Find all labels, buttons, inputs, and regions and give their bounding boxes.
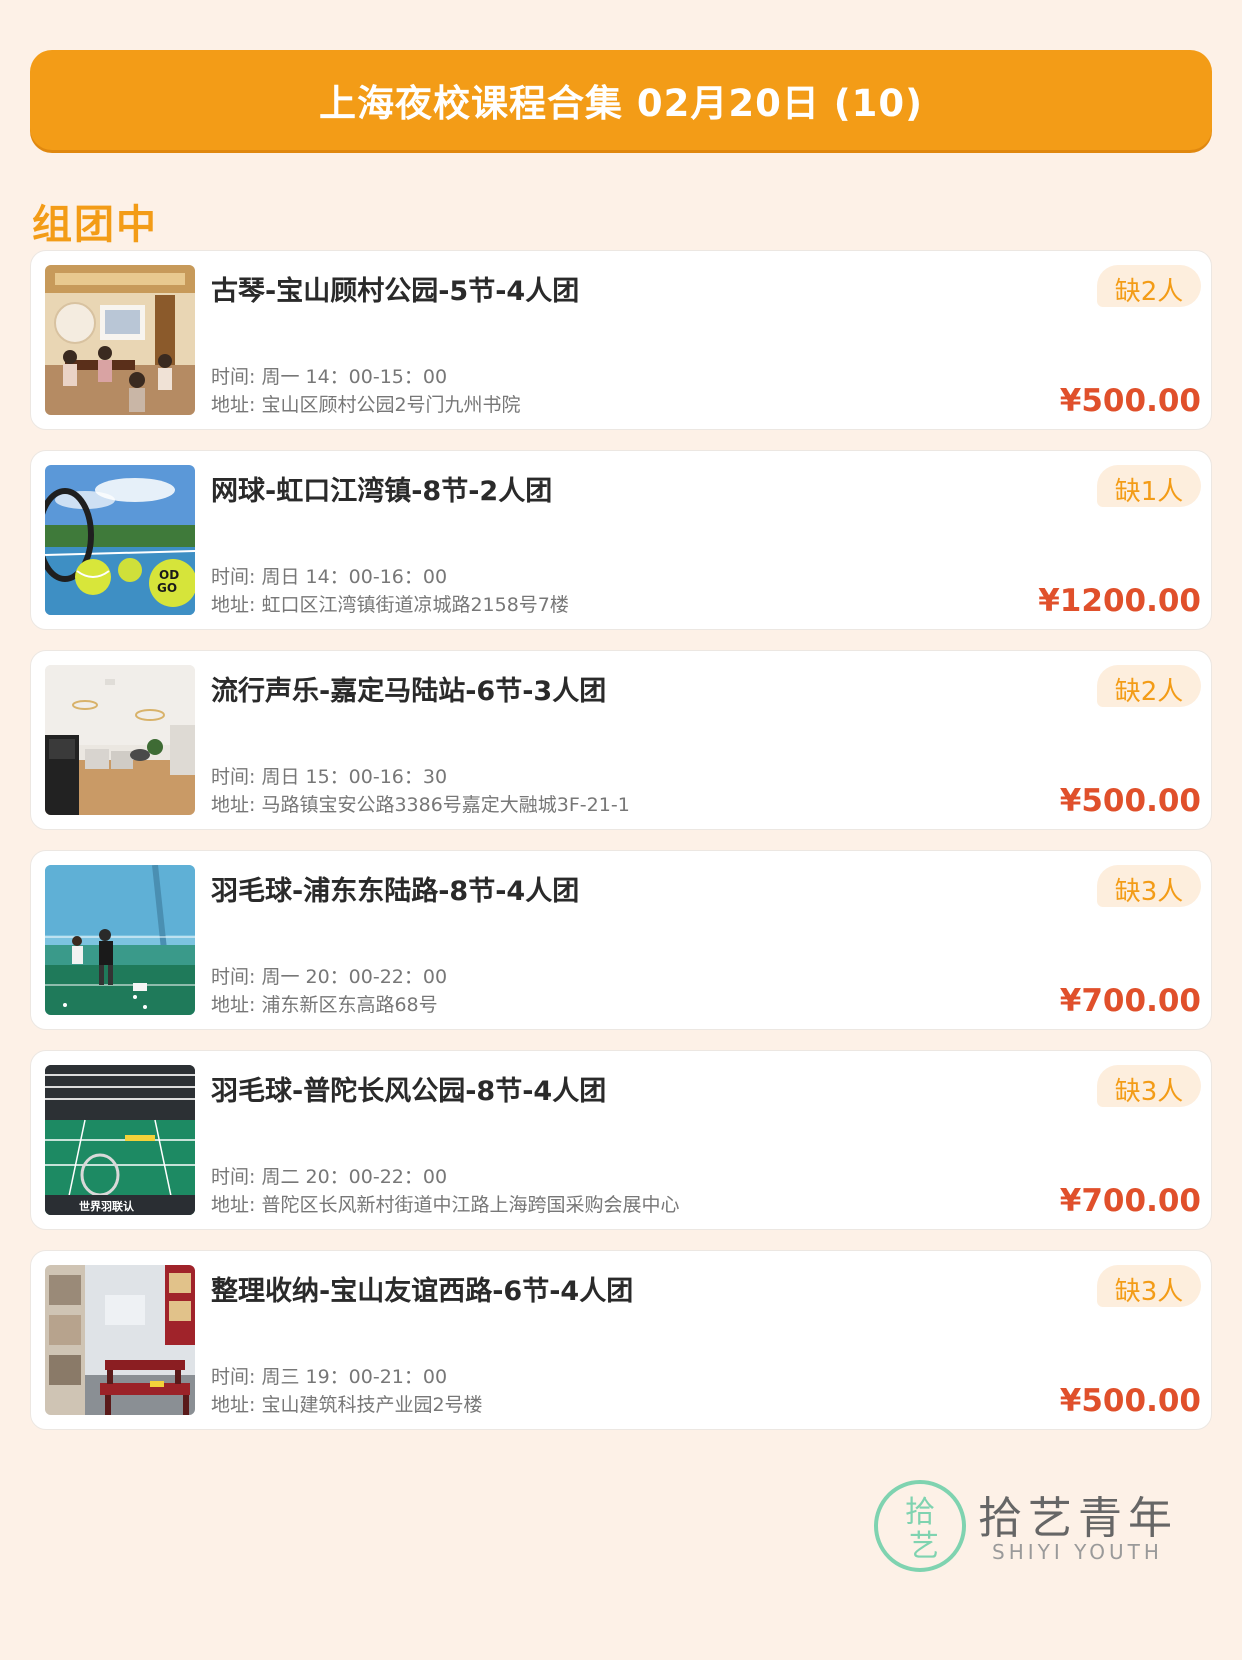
course-price: ¥700.00	[1059, 1183, 1201, 1219]
course-address: 地址: 宝山建筑科技产业园2号楼	[211, 1394, 483, 1416]
spots-remaining-badge: 缺2人	[1097, 265, 1201, 307]
course-title: 古琴-宝山顾村公园-5节-4人团	[211, 276, 580, 307]
course-thumbnail-guqin	[45, 265, 195, 415]
brand-logo: 拾 艺 拾艺青年 SHIYI YOUTH	[870, 1470, 1180, 1580]
course-time: 时间: 周二 20：00-22：00	[211, 1166, 448, 1188]
course-card[interactable]: 流行声乐-嘉定马陆站-6节-3人团 时间: 周日 15：00-16：30 地址:…	[30, 650, 1212, 830]
course-title: 流行声乐-嘉定马陆站-6节-3人团	[211, 676, 607, 707]
course-title: 网球-虹口江湾镇-8节-2人团	[211, 476, 553, 507]
course-thumbnail-badminton	[45, 865, 195, 1015]
course-price: ¥500.00	[1059, 1383, 1201, 1419]
course-address: 地址: 马路镇宝安公路3386号嘉定大融城3F-21-1	[211, 794, 630, 816]
course-thumbnail-vocal	[45, 665, 195, 815]
course-card[interactable]: 羽毛球-浦东东陆路-8节-4人团 时间: 周一 20：00-22：00 地址: …	[30, 850, 1212, 1030]
course-price: ¥700.00	[1059, 983, 1201, 1019]
course-time: 时间: 周日 15：00-16：30	[211, 766, 448, 788]
course-card[interactable]: OD GO 网球-虹口江湾镇-8节-2人团 时间: 周日 14：00-16：00…	[30, 450, 1212, 630]
svg-text:拾: 拾	[905, 1495, 935, 1530]
course-card[interactable]: 古琴-宝山顾村公园-5节-4人团 时间: 周一 14：00-15：00 地址: …	[30, 250, 1212, 430]
course-card[interactable]: 世界羽联认 羽毛球-普陀长风公园-8节-4人团 时间: 周二 20：00-22：…	[30, 1050, 1212, 1230]
course-price: ¥1200.00	[1038, 583, 1201, 619]
spots-remaining-badge: 缺1人	[1097, 465, 1201, 507]
header-banner: 上海夜校课程合集 02月20日 (10)	[30, 50, 1212, 150]
course-price: ¥500.00	[1059, 383, 1201, 419]
course-thumbnail-tennis: OD GO	[45, 465, 195, 615]
course-thumbnail-organizing	[45, 1265, 195, 1415]
course-time: 时间: 周一 20：00-22：00	[211, 966, 448, 988]
course-price: ¥500.00	[1059, 783, 1201, 819]
brand-name-en: SHIYI YOUTH	[992, 1540, 1163, 1564]
svg-text:艺: 艺	[909, 1529, 939, 1564]
brand-name-cn: 拾艺青年	[978, 1493, 1178, 1544]
course-address: 地址: 宝山区顾村公园2号门九州书院	[211, 394, 521, 416]
spots-remaining-badge: 缺2人	[1097, 665, 1201, 707]
course-address: 地址: 普陀区长风新村街道中江路上海跨国采购会展中心	[211, 1194, 680, 1216]
course-time: 时间: 周日 14：00-16：00	[211, 566, 448, 588]
page-title: 上海夜校课程合集 02月20日 (10)	[318, 82, 924, 125]
course-time: 时间: 周三 19：00-21：00	[211, 1366, 448, 1388]
svg-text:GO: GO	[157, 581, 177, 595]
spots-remaining-badge: 缺3人	[1097, 865, 1201, 907]
course-list: 古琴-宝山顾村公园-5节-4人团 时间: 周一 14：00-15：00 地址: …	[30, 250, 1212, 1450]
svg-text:OD: OD	[159, 568, 179, 582]
course-address: 地址: 浦东新区东高路68号	[211, 994, 438, 1016]
course-title: 整理收纳-宝山友谊西路-6节-4人团	[211, 1276, 634, 1307]
course-title: 羽毛球-普陀长风公园-8节-4人团	[211, 1076, 607, 1107]
course-thumbnail-badminton-hall: 世界羽联认	[45, 1065, 195, 1215]
course-title: 羽毛球-浦东东陆路-8节-4人团	[211, 876, 580, 907]
brand-mark-icon: 拾 艺	[874, 1480, 966, 1572]
spots-remaining-badge: 缺3人	[1097, 1265, 1201, 1307]
course-address: 地址: 虹口区江湾镇街道凉城路2158号7楼	[211, 594, 569, 616]
spots-remaining-badge: 缺3人	[1097, 1065, 1201, 1107]
svg-text:世界羽联认: 世界羽联认	[79, 1199, 135, 1213]
section-title: 组团中	[32, 202, 158, 248]
course-card[interactable]: 整理收纳-宝山友谊西路-6节-4人团 时间: 周三 19：00-21：00 地址…	[30, 1250, 1212, 1430]
course-time: 时间: 周一 14：00-15：00	[211, 366, 448, 388]
